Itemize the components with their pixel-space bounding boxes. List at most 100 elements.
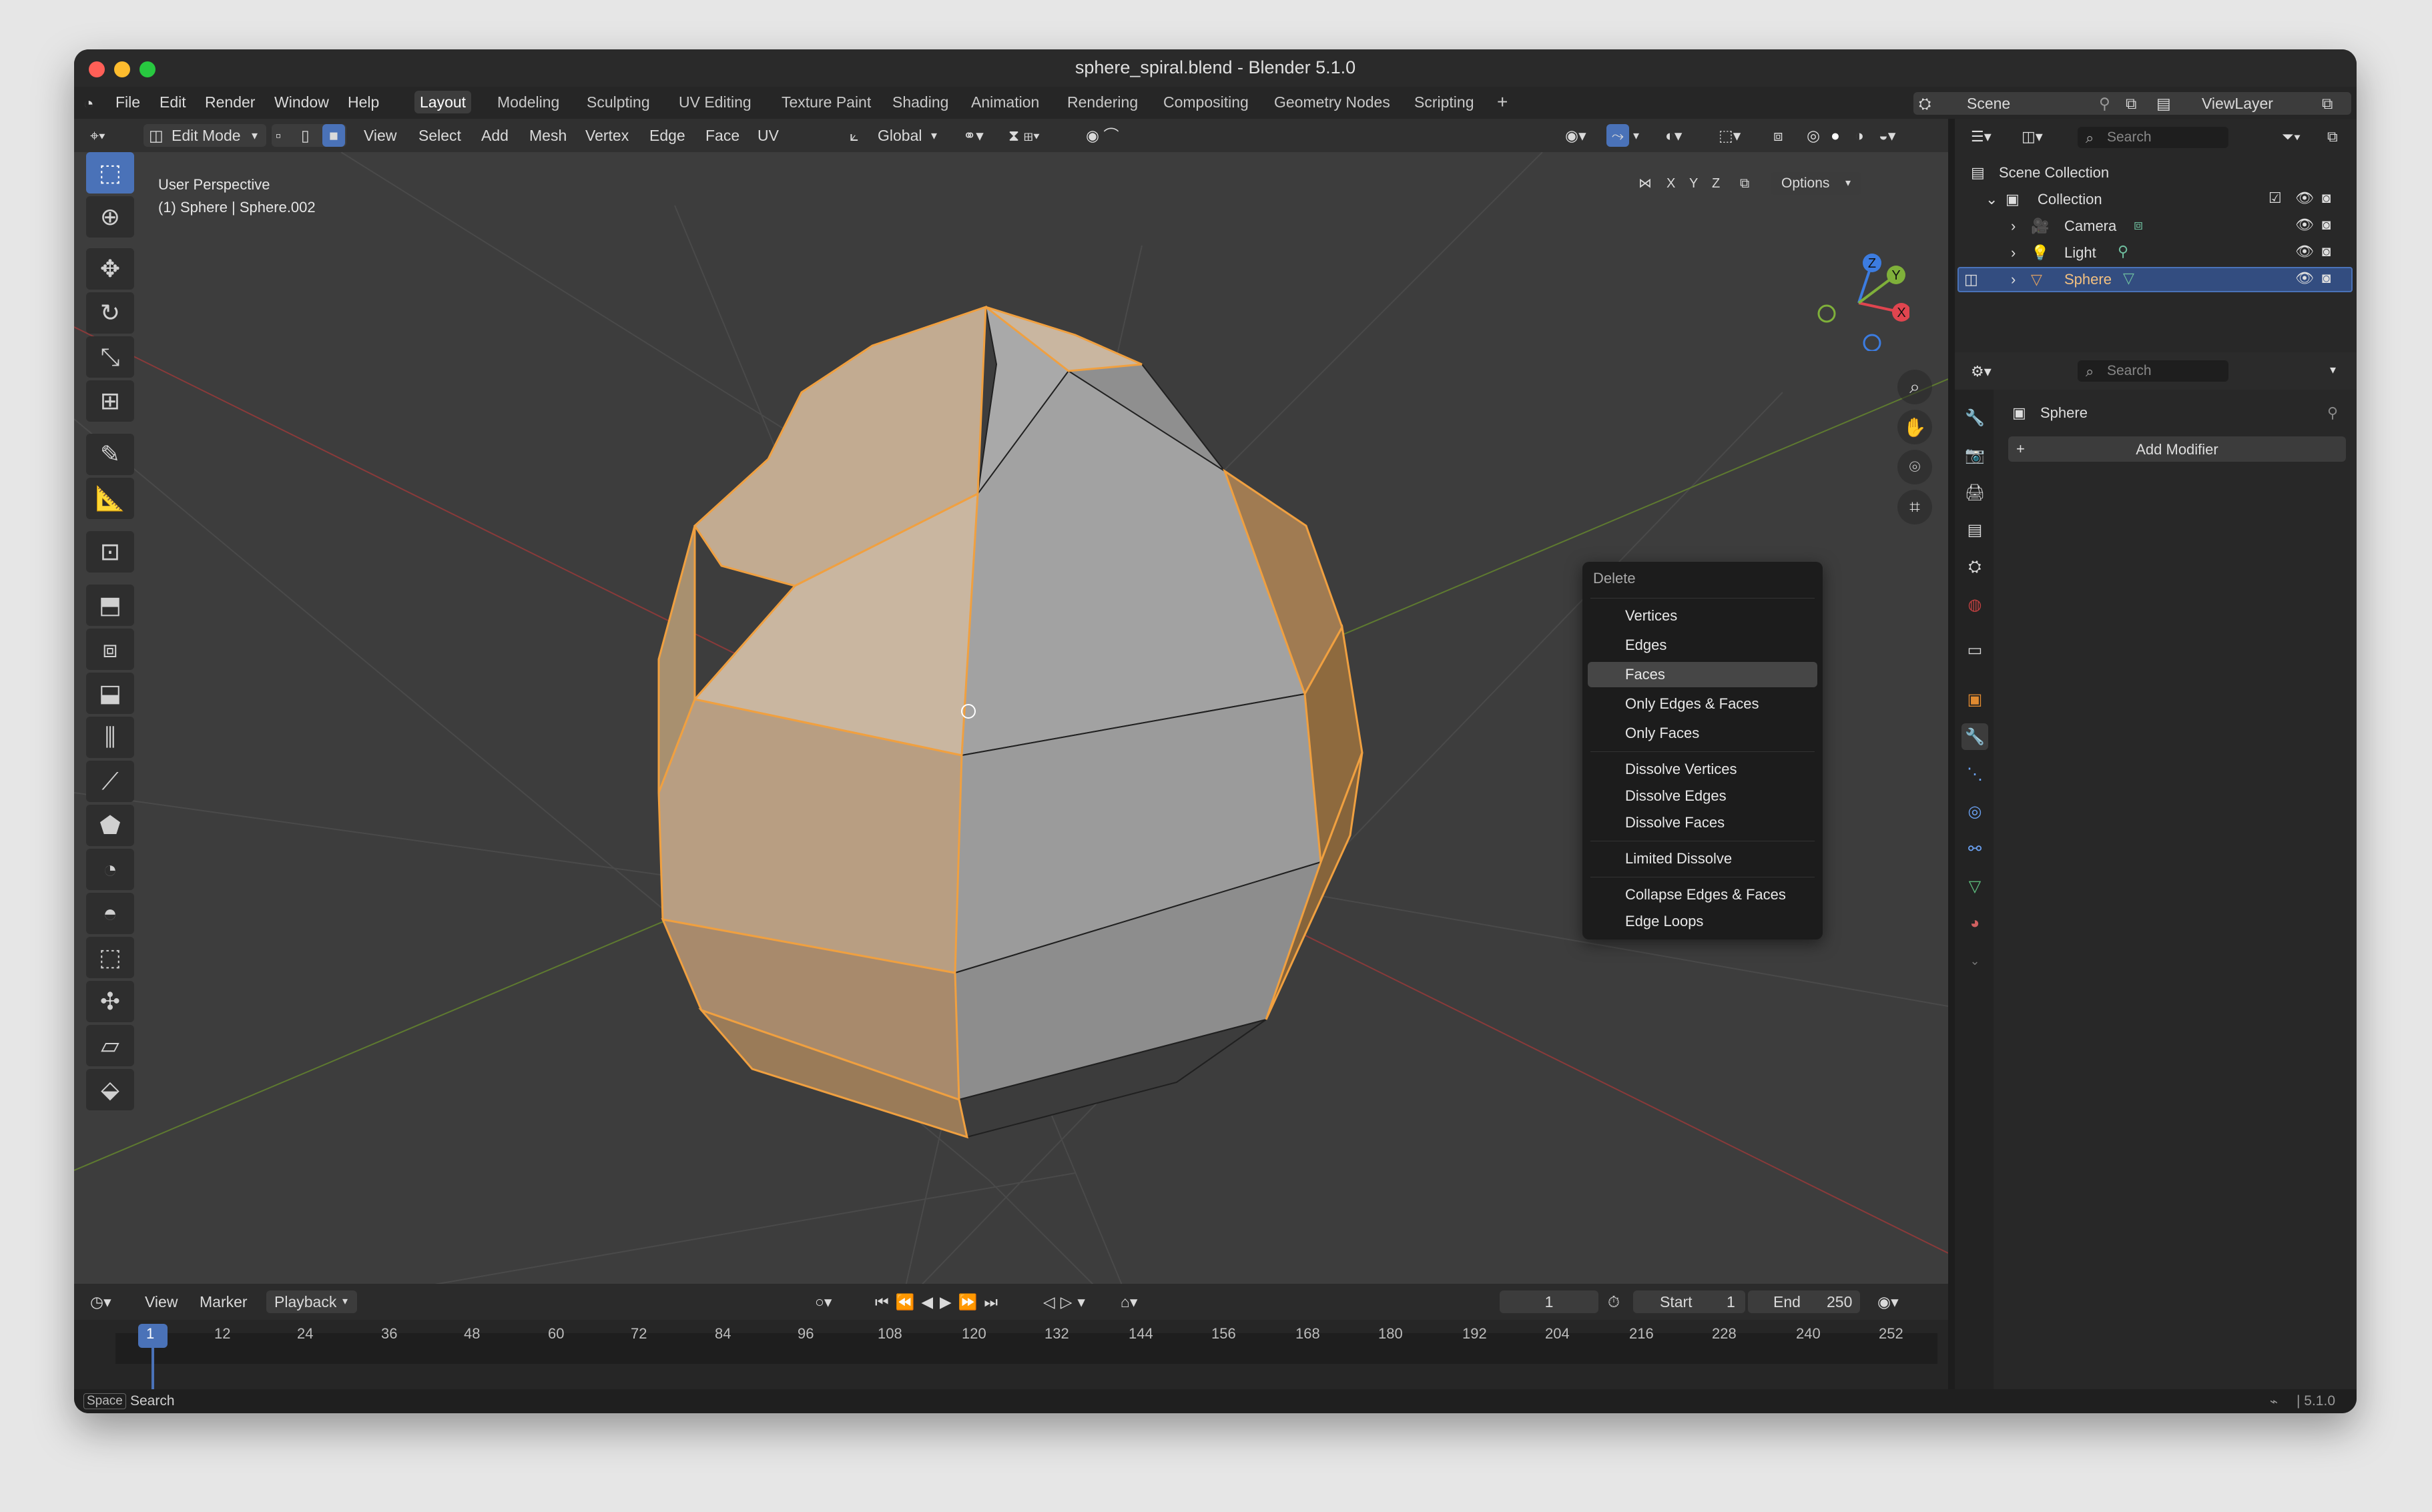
- material-shading-icon[interactable]: ◑: [1855, 124, 1864, 147]
- outliner-selected-row[interactable]: [1957, 267, 2353, 292]
- material-tab-icon[interactable]: ◕: [1961, 910, 1988, 937]
- chevron-down-icon[interactable]: ⌄: [1961, 948, 1988, 974]
- auto-merge-icon[interactable]: ⧉: [1740, 172, 1749, 195]
- scene-tab-icon[interactable]: ⛭: [1961, 554, 1988, 581]
- menu-item-dissolve-vertices[interactable]: Dissolve Vertices: [1588, 757, 1817, 782]
- gizmo-toggle-icon[interactable]: ⤳: [1606, 124, 1629, 147]
- data-tab-icon[interactable]: ▽: [1961, 873, 1988, 899]
- mirror-x-toggle[interactable]: X: [1666, 172, 1675, 195]
- smooth-tool-icon[interactable]: ◓: [86, 893, 134, 934]
- collection-checkbox[interactable]: ☑: [2268, 190, 2282, 207]
- measure-tool-icon[interactable]: 📐: [86, 478, 134, 519]
- keying-set-icon[interactable]: ⌂▾: [1121, 1290, 1137, 1313]
- workspace-tab-modeling[interactable]: Modeling: [492, 91, 565, 113]
- menu-render[interactable]: Render: [205, 93, 255, 111]
- header-menu-view[interactable]: View: [364, 124, 396, 147]
- workspace-tab-sculpting[interactable]: Sculpting: [581, 91, 655, 113]
- view-layer-tab-icon[interactable]: ▤: [1961, 516, 1988, 543]
- object-tab-icon[interactable]: ▣: [1961, 686, 1988, 713]
- stopwatch-icon[interactable]: ⏱: [1608, 1290, 1620, 1313]
- menu-item-dissolve-edges[interactable]: Dissolve Edges: [1588, 783, 1817, 809]
- chevron-down-icon[interactable]: ▾: [931, 124, 937, 147]
- edge-select-icon[interactable]: ▯: [301, 124, 310, 147]
- move-tool-icon[interactable]: ✥: [86, 248, 134, 290]
- edge-slide-tool-icon[interactable]: ⬚: [86, 937, 134, 978]
- 3d-viewport[interactable]: User Perspective (1) Sphere | Sphere.002…: [74, 152, 1948, 1333]
- camera-render-icon[interactable]: ◙: [2322, 216, 2331, 234]
- start-frame-field[interactable]: Start 1: [1633, 1290, 1745, 1313]
- auto-keying-icon[interactable]: ○▾: [815, 1290, 832, 1313]
- xray-icon[interactable]: ⧈: [1773, 124, 1783, 147]
- blender-logo-icon[interactable]: ◔: [83, 93, 94, 114]
- filter-icon[interactable]: ⏷▾: [2282, 128, 2301, 145]
- header-menu-face[interactable]: Face: [705, 124, 739, 147]
- menu-file[interactable]: File: [115, 93, 140, 111]
- orientation-label[interactable]: Global: [878, 124, 922, 147]
- editor-type-icon[interactable]: ⌖▾: [90, 124, 105, 147]
- camera-view-icon[interactable]: ⌾: [1897, 450, 1932, 484]
- view-layer-selector[interactable]: ▤ ViewLayer ⧉: [2151, 92, 2351, 115]
- keyframe-jump-icons[interactable]: ◁▷▾: [1043, 1290, 1091, 1313]
- new-scene-icon[interactable]: ⧉: [2126, 92, 2136, 115]
- particles-tab-icon[interactable]: ⋱: [1961, 761, 1988, 787]
- visibility-icon[interactable]: ◉▾: [1565, 124, 1586, 147]
- extrude-tool-icon[interactable]: ⬒: [86, 585, 134, 626]
- outliner-item-light[interactable]: Light: [2064, 244, 2096, 262]
- modifier-tab-icon[interactable]: 🔧: [1961, 723, 1988, 750]
- add-cube-tool-icon[interactable]: ⊡: [86, 531, 134, 573]
- workspace-tab-texture-paint[interactable]: Texture Paint: [776, 91, 876, 113]
- menu-edit[interactable]: Edit: [160, 93, 186, 111]
- add-modifier-button[interactable]: + Add Modifier: [2008, 436, 2346, 462]
- chevron-down-icon[interactable]: ▾: [2330, 363, 2336, 377]
- outliner-collection[interactable]: Collection: [2038, 191, 2102, 208]
- header-menu-add[interactable]: Add: [481, 124, 509, 147]
- loop-cut-tool-icon[interactable]: ⫼: [86, 717, 134, 758]
- select-box-tool-icon[interactable]: ⬚: [86, 152, 134, 194]
- workspace-tab-shading[interactable]: Shading: [887, 91, 954, 113]
- face-select-icon[interactable]: ■: [322, 124, 345, 147]
- vertex-select-icon[interactable]: ▫: [276, 124, 281, 147]
- bevel-tool-icon[interactable]: ⬓: [86, 673, 134, 714]
- cursor-tool-icon[interactable]: ⊕: [86, 196, 134, 238]
- render-tab-icon[interactable]: 📷: [1961, 442, 1988, 468]
- pin-icon[interactable]: ⚲: [2099, 92, 2110, 115]
- shrink-fatten-tool-icon[interactable]: ✣: [86, 981, 134, 1022]
- spin-tool-icon[interactable]: ◔: [86, 849, 134, 890]
- shear-tool-icon[interactable]: ▱: [86, 1025, 134, 1066]
- expand-arrow-icon[interactable]: ›: [2011, 218, 2016, 235]
- physics-tab-icon[interactable]: ◎: [1961, 798, 1988, 825]
- header-menu-select[interactable]: Select: [418, 124, 461, 147]
- zoom-icon[interactable]: ⌕: [1897, 370, 1932, 404]
- solid-shading-icon[interactable]: ●: [1831, 124, 1840, 147]
- menu-item-dissolve-faces[interactable]: Dissolve Faces: [1588, 810, 1817, 835]
- snap-icon[interactable]: ⧗ ⊞▾: [1008, 124, 1040, 147]
- menu-item-faces[interactable]: Faces: [1588, 662, 1817, 687]
- inset-tool-icon[interactable]: ⧈: [86, 629, 134, 670]
- eye-icon[interactable]: 👁: [2295, 270, 2314, 287]
- options-dropdown[interactable]: Options ▾: [1771, 172, 1861, 195]
- mode-selector[interactable]: ◫ Edit Mode ▾: [143, 124, 266, 147]
- scale-tool-icon[interactable]: ⤡: [86, 336, 134, 378]
- overlays-icon[interactable]: ◐▾: [1665, 124, 1682, 147]
- timeline-menu-marker[interactable]: Marker: [200, 1290, 248, 1313]
- pin-icon[interactable]: ⚲: [2327, 404, 2338, 422]
- header-menu-mesh[interactable]: Mesh: [529, 124, 567, 147]
- rotate-tool-icon[interactable]: ↻: [86, 292, 134, 334]
- camera-render-icon[interactable]: ◙: [2322, 190, 2331, 207]
- eye-icon[interactable]: 👁: [2295, 243, 2314, 260]
- expand-arrow-icon[interactable]: ⌄: [1986, 191, 1998, 208]
- menu-item-vertices[interactable]: Vertices: [1588, 603, 1817, 629]
- menu-item-collapse-edges-faces[interactable]: Collapse Edges & Faces: [1588, 882, 1817, 907]
- mesh-edit-overlay-icon[interactable]: ⬚▾: [1719, 124, 1741, 147]
- menu-window[interactable]: Window: [274, 93, 329, 111]
- collection-tab-icon[interactable]: ▭: [1961, 637, 1988, 663]
- expand-arrow-icon[interactable]: ›: [2011, 271, 2016, 288]
- annotate-tool-icon[interactable]: ✎: [86, 434, 134, 475]
- constraints-tab-icon[interactable]: ⚯: [1961, 835, 1988, 862]
- eye-icon[interactable]: 👁: [2295, 216, 2314, 234]
- world-tab-icon[interactable]: ◍: [1961, 591, 1988, 618]
- header-menu-edge[interactable]: Edge: [649, 124, 685, 147]
- workspace-tab-rendering[interactable]: Rendering: [1062, 91, 1143, 113]
- workspace-tab-geometry-nodes[interactable]: Geometry Nodes: [1269, 91, 1396, 113]
- chevron-down-icon[interactable]: ▾: [1633, 124, 1639, 147]
